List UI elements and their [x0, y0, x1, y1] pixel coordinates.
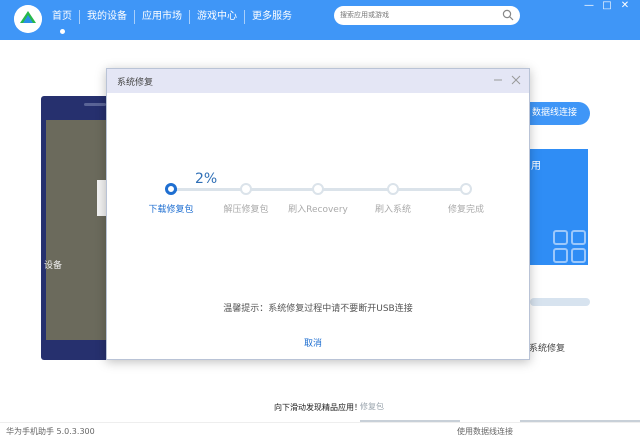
panel-progress-track: [530, 298, 590, 306]
cancel-button[interactable]: 取消: [304, 336, 322, 349]
progress-percent: 2%: [195, 171, 218, 187]
explore-hint: 向下滑动发现精品应用！: [274, 403, 362, 412]
maximize-window-button[interactable]: □: [600, 0, 614, 14]
step-label-complete: 修复完成: [447, 205, 485, 215]
usb-warning-tip: 温馨提示：系统修复过程中请不要断开USB连接: [223, 304, 413, 314]
dialog-header: 系统修复: [107, 69, 529, 93]
system-repair-dialog: 系统修复 2% 下载修复包 解压修复包 刷入Recovery 刷入系统 修复完成…: [106, 68, 530, 360]
cable-connect-button[interactable]: 数据线连接: [520, 102, 590, 125]
step-label-extract: 解压修复包: [223, 205, 269, 215]
search-icon[interactable]: [502, 9, 514, 21]
device-status-text: 设备: [44, 261, 63, 271]
nav-item-home[interactable]: 首页: [52, 10, 79, 24]
close-window-button[interactable]: ✕: [618, 0, 632, 14]
step-node-flash-recovery: [312, 183, 324, 195]
explore-sub-text: 修复包: [360, 402, 384, 411]
app-logo[interactable]: [14, 5, 42, 33]
usb-cable-left: [360, 420, 460, 422]
phone-speaker: [84, 103, 106, 106]
search-input[interactable]: 搜索应用或游戏: [334, 6, 520, 25]
tools-panel[interactable]: 用: [530, 149, 588, 265]
step-node-download: [165, 183, 177, 195]
cable-connect-label: 使用数据线连接: [457, 427, 513, 436]
main-nav: 首页 我的设备 应用市场 游戏中心 更多服务: [52, 10, 299, 24]
usb-cable-right: [520, 420, 640, 422]
minimize-icon[interactable]: [493, 75, 503, 85]
minimize-window-button[interactable]: —: [582, 0, 596, 14]
step-node-complete: [460, 183, 472, 195]
version-label: 华为手机助手 5.0.3.300: [6, 427, 95, 436]
step-label-download: 下载修复包: [148, 205, 194, 215]
system-repair-link[interactable]: 系统修复: [529, 341, 565, 354]
close-icon[interactable]: [511, 75, 521, 85]
top-bar: 首页 我的设备 应用市场 游戏中心 更多服务 搜索应用或游戏 — □ ✕: [0, 0, 640, 40]
tools-panel-label: 用: [531, 161, 541, 172]
step-label-flash-recovery: 刷入Recovery: [288, 205, 348, 215]
search-placeholder: 搜索应用或游戏: [340, 11, 389, 19]
step-node-flash-system: [387, 183, 399, 195]
status-bar: 华为手机助手 5.0.3.300: [0, 422, 640, 440]
active-nav-indicator: [60, 29, 65, 34]
nav-item-app-market[interactable]: 应用市场: [134, 10, 189, 24]
app-grid-icon: [553, 230, 586, 263]
nav-item-my-devices[interactable]: 我的设备: [79, 10, 134, 24]
nav-item-game-center[interactable]: 游戏中心: [189, 10, 244, 24]
step-node-extract: [240, 183, 252, 195]
nav-item-more-services[interactable]: 更多服务: [244, 10, 299, 24]
dialog-title: 系统修复: [117, 78, 154, 88]
step-label-flash-system: 刷入系统: [374, 205, 412, 215]
